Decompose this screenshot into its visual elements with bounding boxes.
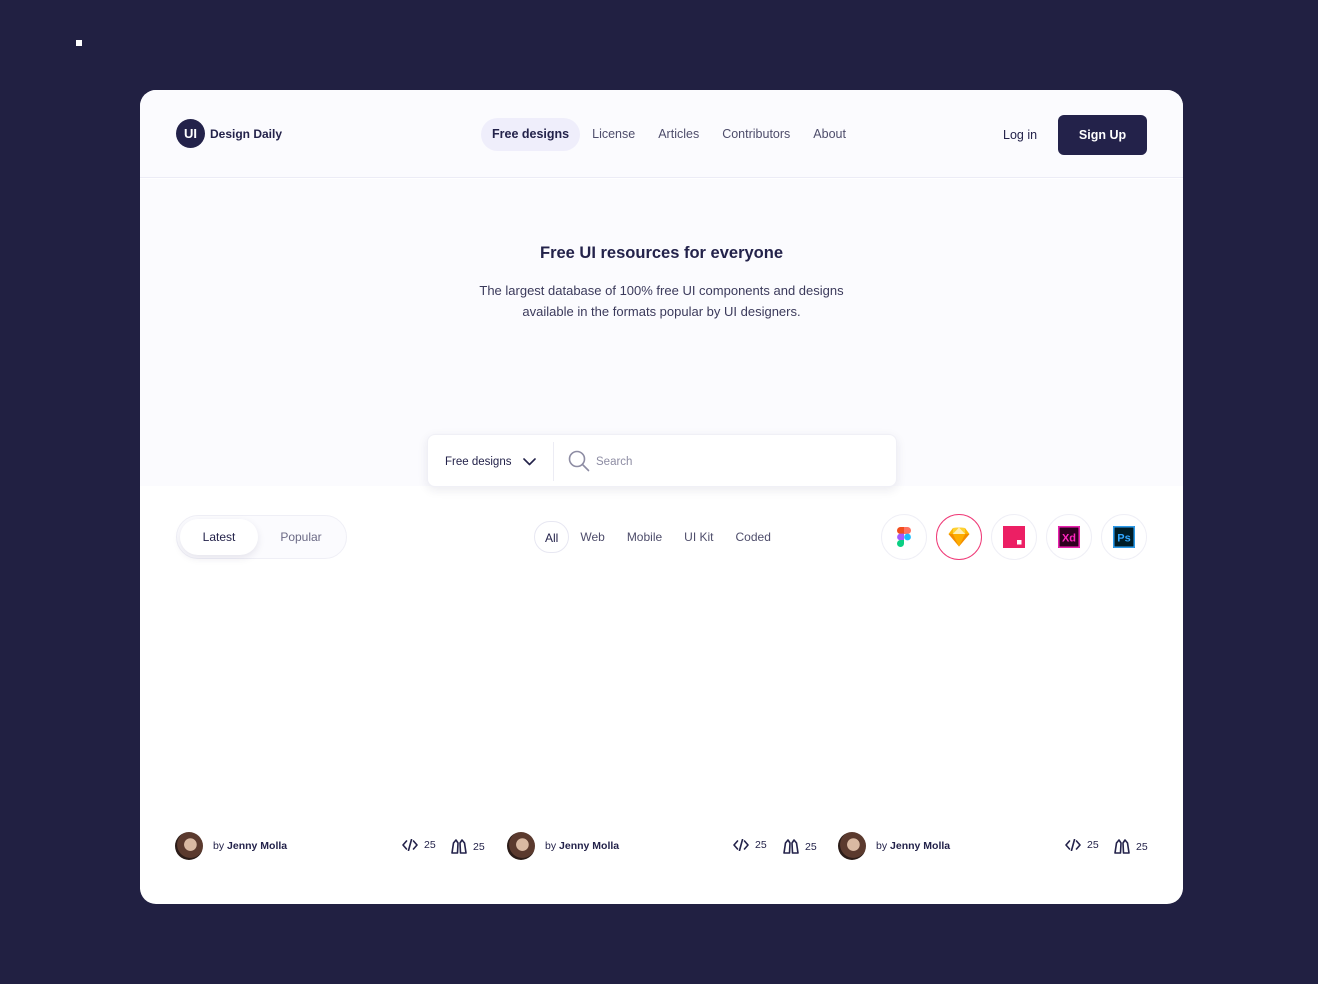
code-stat: 25 [1065,839,1099,851]
high-five-icon [1114,839,1130,854]
tool-filter-sketch[interactable] [936,514,982,560]
category-ui-kit[interactable]: UI Kit [673,521,724,553]
hero-section: Free UI resources for everyone The large… [140,179,1183,487]
adobe-xd-icon: Xd [1058,526,1080,548]
design-card-1[interactable]: by Jenny Molla 25 25 [175,832,485,862]
nav-articles[interactable]: Articles [647,118,710,151]
nav-free-designs[interactable]: Free designs [481,118,581,151]
likes-stat[interactable]: 25 [783,839,817,854]
type-filter-dropdown[interactable]: Free designs [445,435,537,488]
author-byline: by Jenny Molla [545,840,619,852]
main-nav: Free designs License Articles Contributo… [481,118,858,151]
svg-text:Ps: Ps [1117,533,1130,545]
brand-name: Design Daily [210,126,283,141]
category-mobile[interactable]: Mobile [616,521,673,553]
author-byline: by Jenny Molla [876,840,950,852]
signup-button[interactable]: Sign Up [1058,115,1147,155]
design-cards-row: by Jenny Molla 25 25 by Jenny Molla 25 2… [175,832,1148,862]
search-bar: Free designs [427,434,897,487]
sort-latest-button[interactable]: Latest [180,519,258,555]
search-icon [568,450,590,472]
code-count: 25 [424,839,436,851]
tool-filters: Xd Ps [881,514,1156,560]
code-stat: 25 [402,839,436,851]
author-name[interactable]: Jenny Molla [227,840,287,852]
chevron-down-icon [523,457,537,465]
code-icon [402,839,418,851]
invision-studio-icon [1003,526,1025,548]
svg-text:Xd: Xd [1062,533,1076,545]
category-all[interactable]: All [534,521,570,553]
likes-count: 25 [805,840,817,853]
likes-stat[interactable]: 25 [451,839,485,854]
logo[interactable]: UI Design Daily [176,119,282,148]
code-icon [733,839,749,851]
avatar[interactable] [507,832,535,860]
high-five-icon [451,839,467,854]
photoshop-icon: Ps [1113,526,1135,548]
nav-about[interactable]: About [802,118,857,151]
search-divider [553,442,554,481]
author-byline: by Jenny Molla [213,840,287,852]
sketch-icon [948,527,970,547]
code-count: 25 [1087,839,1099,851]
tool-filter-invision-studio[interactable] [991,514,1037,560]
category-filter: All Web Mobile UI Kit Coded [534,521,782,553]
avatar[interactable] [175,832,203,860]
category-web[interactable]: Web [569,521,615,553]
likes-count: 25 [1136,840,1148,853]
avatar[interactable] [838,832,866,860]
code-stat: 25 [733,839,767,851]
nav-contributors[interactable]: Contributors [711,118,801,151]
tool-filter-photoshop[interactable]: Ps [1101,514,1147,560]
sort-popular-button[interactable]: Popular [265,519,337,555]
likes-count: 25 [473,840,485,853]
sort-toggle: Latest Popular [176,515,347,559]
design-card-2[interactable]: by Jenny Molla 25 25 [507,832,817,862]
high-five-icon [783,839,799,854]
tool-filter-adobe-xd[interactable]: Xd [1046,514,1092,560]
author-name[interactable]: Jenny Molla [890,840,950,852]
code-icon [1065,839,1081,851]
design-card-3[interactable]: by Jenny Molla 25 25 [838,832,1148,862]
login-link[interactable]: Log in [1003,128,1037,142]
logo-badge: UI [176,119,205,148]
nav-license[interactable]: License [581,118,646,151]
author-name[interactable]: Jenny Molla [559,840,619,852]
hero-title: Free UI resources for everyone [539,244,784,262]
hero-subtitle-line-2: available in the formats popular by UI d… [522,304,801,319]
search-input[interactable] [596,448,876,475]
by-label: by [545,840,557,852]
code-count: 25 [755,839,767,851]
figma-icon [897,527,911,547]
top-navbar: UI Design Daily Free designs License Art… [140,90,1183,178]
tool-filter-figma[interactable] [881,514,927,560]
hero-subtitle-line-1: The largest database of 100% free UI com… [479,283,844,298]
likes-stat[interactable]: 25 [1114,839,1148,854]
hero-subtitle: The largest database of 100% free UI com… [140,280,1183,322]
type-filter-value: Free designs [445,455,512,468]
app-window: UI Design Daily Free designs License Art… [140,90,1183,904]
by-label: by [876,840,888,852]
category-coded[interactable]: Coded [725,521,782,553]
corner-dot [76,40,82,46]
by-label: by [213,840,225,852]
